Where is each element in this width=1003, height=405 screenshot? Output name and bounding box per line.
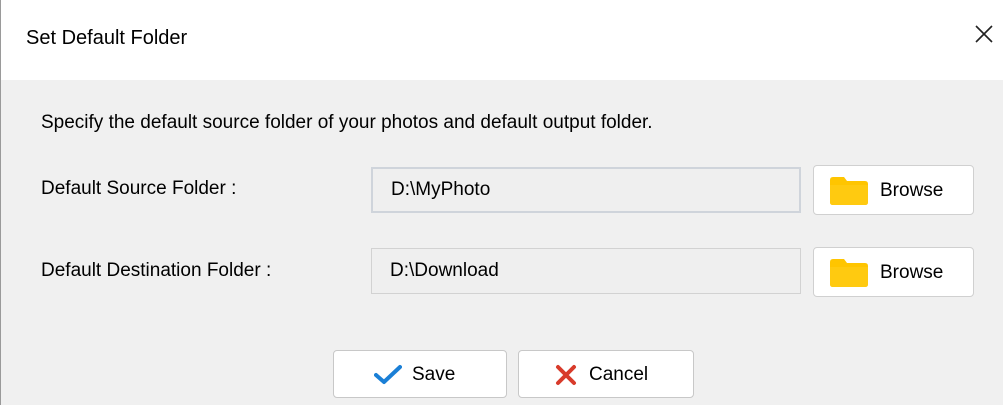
save-button[interactable]: Save	[333, 350, 507, 398]
folder-icon	[830, 177, 868, 205]
title-bar: Set Default Folder	[1, 0, 1003, 80]
browse-destination-label: Browse	[880, 262, 944, 283]
close-icon	[975, 25, 993, 43]
source-folder-label: Default Source Folder :	[41, 178, 237, 199]
destination-folder-field[interactable]	[371, 248, 801, 294]
browse-destination-button[interactable]: Browse	[813, 247, 974, 297]
dialog-title: Set Default Folder	[26, 27, 188, 49]
x-icon	[556, 365, 576, 385]
folder-icon	[830, 259, 868, 287]
checkmark-icon	[374, 365, 402, 384]
cancel-button[interactable]: Cancel	[518, 350, 694, 398]
close-button[interactable]	[964, 12, 1003, 56]
set-default-folder-dialog: Set Default Folder Specify the default s…	[0, 0, 1003, 405]
cancel-label: Cancel	[589, 364, 649, 385]
save-label: Save	[412, 364, 456, 385]
browse-source-button[interactable]: Browse	[813, 165, 974, 215]
source-folder-field[interactable]	[371, 167, 801, 213]
browse-source-label: Browse	[880, 180, 944, 201]
destination-folder-label: Default Destination Folder :	[41, 260, 272, 281]
dialog-content: Specify the default source folder of you…	[1, 80, 1003, 405]
dialog-description: Specify the default source folder of you…	[41, 112, 653, 133]
